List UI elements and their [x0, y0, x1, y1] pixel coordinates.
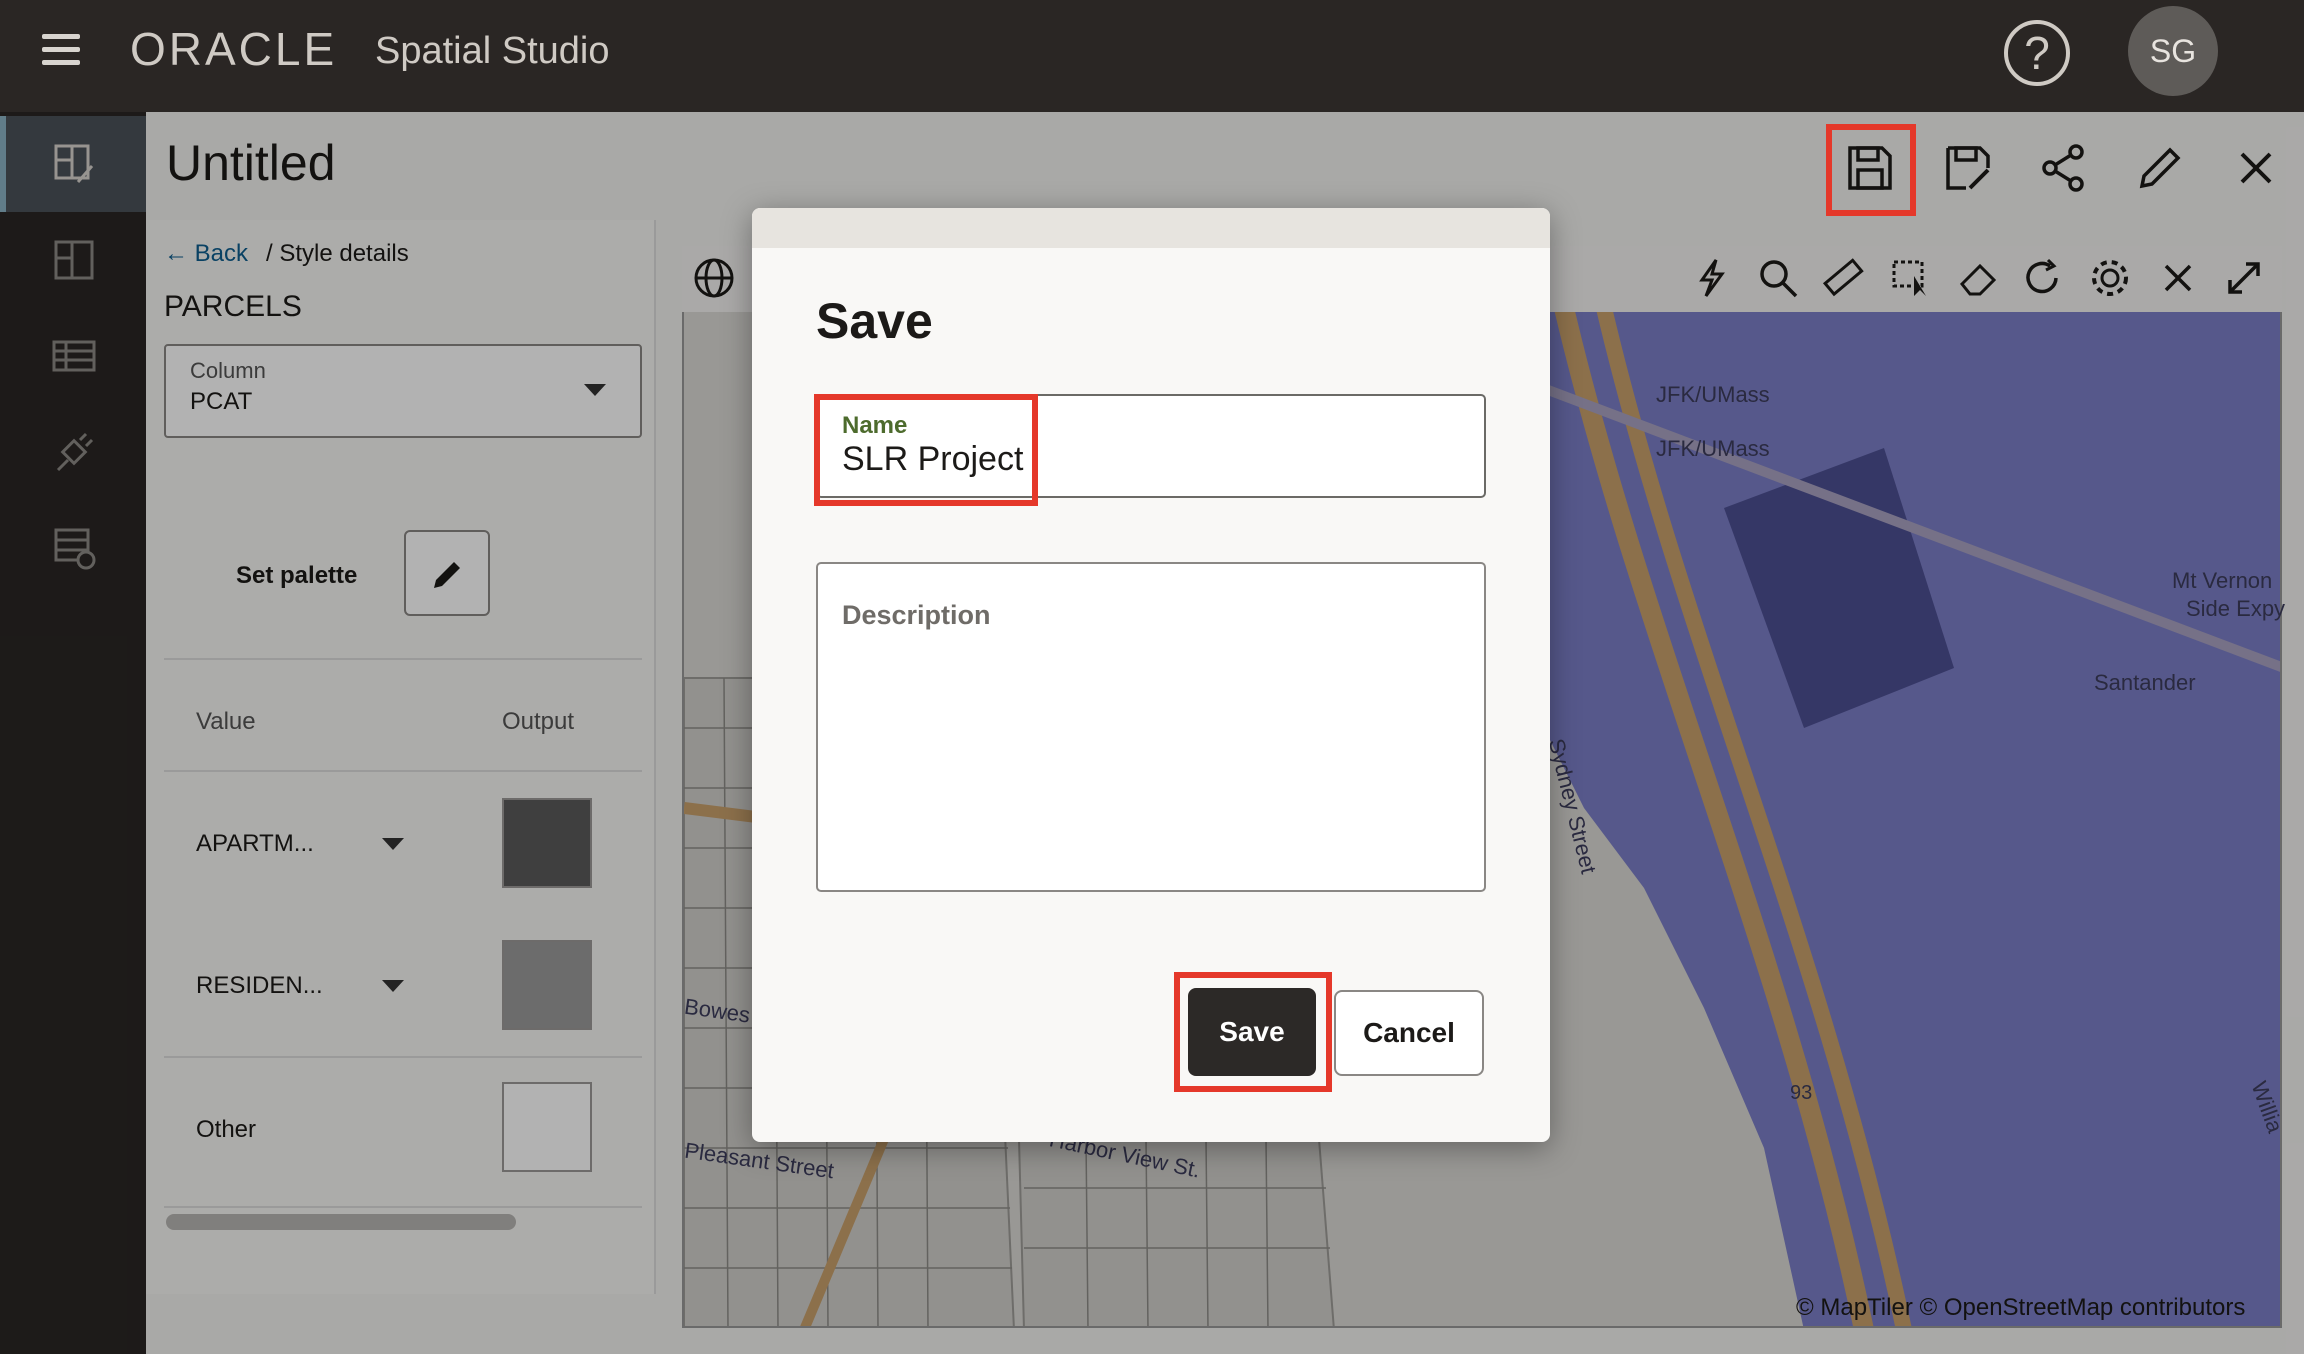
highlight-save-icon [1826, 124, 1916, 216]
highlight-name-field [814, 394, 1038, 506]
dialog-title: Save [816, 293, 933, 349]
description-placeholder: Description [842, 600, 991, 630]
highlight-save-button [1174, 972, 1332, 1092]
dialog-header-strip [752, 208, 1550, 248]
avatar[interactable]: SG [2128, 6, 2218, 96]
help-icon[interactable]: ? [2004, 20, 2070, 86]
app-header [0, 0, 2304, 112]
oracle-logo: ORACLE [130, 23, 338, 75]
cancel-button[interactable]: Cancel [1334, 990, 1484, 1076]
menu-icon[interactable] [42, 34, 80, 68]
product-name: Spatial Studio [375, 30, 610, 72]
